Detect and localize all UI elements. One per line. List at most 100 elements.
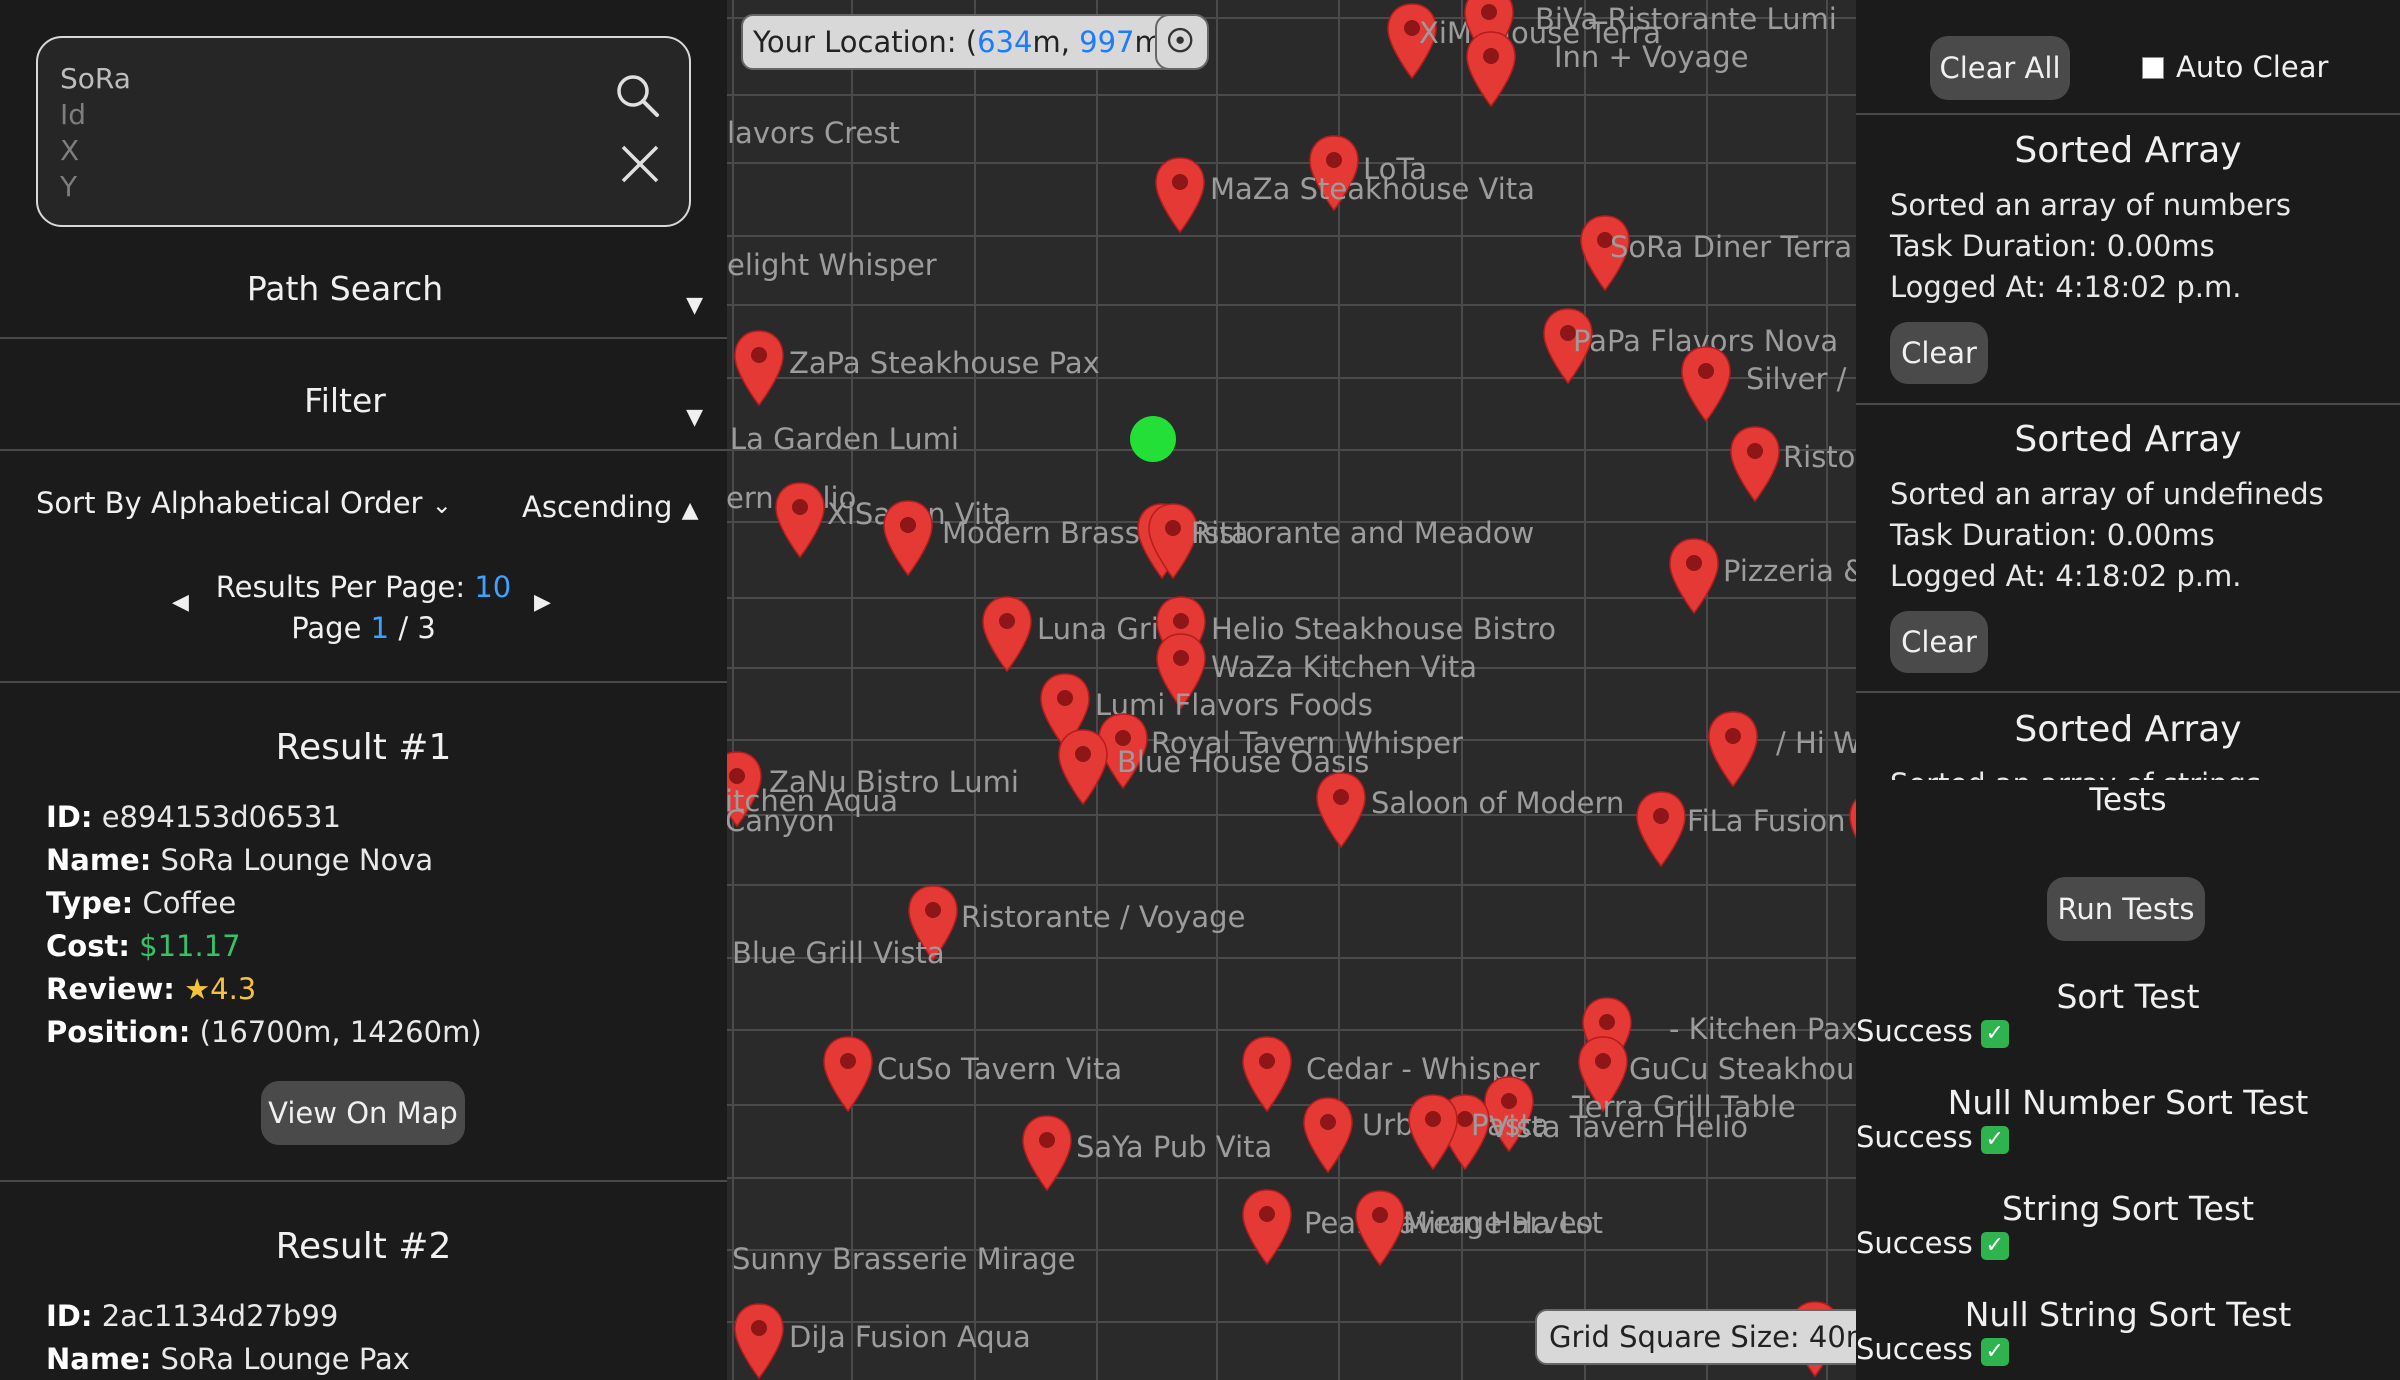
- place-label: Pizzeria &: [1723, 554, 1856, 588]
- current-location-dot: [1130, 416, 1176, 462]
- map-pin-icon[interactable]: [1680, 345, 1732, 423]
- map-pin-icon[interactable]: [733, 329, 785, 407]
- map-pin-icon[interactable]: [1635, 790, 1687, 868]
- place-label: Blue Grill Vista: [732, 936, 945, 970]
- test-name: Sort Test: [2056, 977, 2200, 1016]
- place-label: MaZa Steakhouse Vita: [1210, 172, 1535, 206]
- result-review: Review: ★4.3: [46, 972, 257, 1006]
- search-icon[interactable]: [614, 72, 660, 118]
- filter-label: Filter: [304, 381, 386, 420]
- result-title: Result #2: [275, 1226, 452, 1267]
- map-pin-icon[interactable]: [1407, 1093, 1459, 1171]
- id-field[interactable]: Id: [60, 98, 86, 131]
- map-pin-icon[interactable]: [1315, 771, 1367, 849]
- run-tests-button[interactable]: Run Tests: [2047, 877, 2205, 941]
- search-query[interactable]: SoRa: [60, 62, 131, 95]
- log-title: Sorted Array: [2014, 130, 2242, 171]
- page-sep: /: [389, 611, 418, 645]
- map-pin-icon[interactable]: [981, 595, 1033, 673]
- place-label: Vista Tavern Helio: [1489, 1110, 1748, 1144]
- page-total: 3: [417, 611, 436, 645]
- map-pin-icon[interactable]: [1729, 425, 1781, 503]
- location-y: 997: [1079, 25, 1135, 59]
- per-page-value[interactable]: 10: [474, 570, 511, 604]
- result-position: Position: (16700m, 14260m): [46, 1015, 482, 1049]
- path-search-label: Path Search: [246, 269, 444, 308]
- place-label: Ristorante and Meadow: [1191, 516, 1535, 550]
- map-pin-icon[interactable]: [1707, 710, 1759, 788]
- locate-me-button[interactable]: [1155, 14, 1209, 70]
- place-label: Mirage Ha Lo: [1403, 1206, 1594, 1240]
- map-pin-icon[interactable]: [1465, 30, 1517, 108]
- map-pin-icon[interactable]: [1302, 1096, 1354, 1174]
- map-pin-icon[interactable]: [1848, 790, 1856, 868]
- result-name: Name: SoRa Lounge Pax: [46, 1342, 410, 1376]
- filter-toggle[interactable]: Filter ▼: [0, 341, 727, 451]
- map-pin-icon[interactable]: [1668, 537, 1720, 615]
- log-desc: Sorted an array of numbers: [1890, 188, 2292, 222]
- log-timestamp: Logged At: 4:18:02 p.m.: [1890, 559, 2242, 593]
- location-x: 634: [977, 25, 1033, 59]
- place-label: Canyon: [727, 804, 835, 838]
- log-title: Sorted Array: [2014, 419, 2242, 460]
- dev-panel: Clear All Auto Clear Sorted Array Sorted…: [1856, 0, 2400, 1380]
- map-pin-icon[interactable]: [1241, 1035, 1293, 1113]
- x-field[interactable]: X: [60, 134, 79, 167]
- check-icon: ✓: [1980, 1232, 2009, 1260]
- check-icon: ✓: [1980, 1020, 2009, 1048]
- map-pin-icon[interactable]: [882, 499, 934, 577]
- place-label: Ristorante / Voyage: [961, 900, 1246, 934]
- test-result: Success ✓: [1856, 1332, 2009, 1366]
- auto-clear-toggle[interactable]: Auto Clear: [2142, 50, 2328, 84]
- clear-log-button[interactable]: Clear: [1890, 611, 1988, 673]
- log-timestamp: Logged At: 4:18:02 p.m.: [1890, 270, 2242, 304]
- checkbox-icon[interactable]: [2142, 57, 2164, 79]
- result-id: ID: e894153d06531: [46, 800, 341, 834]
- sort-direction-label: Ascending: [522, 490, 673, 524]
- log-list[interactable]: Clear All Auto Clear Sorted Array Sorted…: [1856, 0, 2400, 780]
- map-pin-icon[interactable]: [733, 1302, 785, 1380]
- place-label: CuSo Tavern Vita: [877, 1052, 1123, 1086]
- map-pin-icon[interactable]: [822, 1035, 874, 1113]
- place-label: Helio Steakhouse Bistro: [1211, 612, 1557, 646]
- map-pin-icon[interactable]: [774, 481, 826, 559]
- clear-log-button[interactable]: Clear: [1890, 322, 1988, 384]
- next-page-button[interactable]: ▶: [534, 590, 551, 615]
- your-location-readout: Your Location: (634m, 997m): [741, 14, 1187, 70]
- result-type: Type: Coffee: [46, 886, 237, 920]
- place-label: FiLa Fusion: [1687, 804, 1846, 838]
- chevron-down-icon: ▼: [686, 405, 703, 430]
- check-icon: ✓: [1980, 1338, 2009, 1366]
- result-card: Result #2 ID: 2ac1134d27b99 Name: SoRa L…: [0, 1182, 727, 1380]
- sort-by-label: Sort By Alphabetical Order: [36, 486, 423, 520]
- clear-search-icon[interactable]: [620, 144, 660, 184]
- map-pin-icon[interactable]: [1021, 1114, 1073, 1192]
- map-pin-icon[interactable]: [1354, 1189, 1406, 1267]
- place-label: WaZa Kitchen Vita: [1211, 650, 1478, 684]
- chevron-down-icon: ▼: [686, 293, 703, 318]
- grid-size-readout: Grid Square Size: 40m: [1535, 1309, 1856, 1365]
- log-title: Sorted Array: [2014, 709, 2242, 750]
- view-on-map-button[interactable]: View On Map: [261, 1081, 465, 1145]
- search-box[interactable]: SoRa Id X Y: [36, 36, 691, 227]
- page-current[interactable]: 1: [371, 611, 389, 645]
- map-pin-icon[interactable]: [1241, 1188, 1293, 1266]
- map-pin-icon[interactable]: [1057, 728, 1109, 806]
- test-name: String Sort Test: [2001, 1189, 2255, 1228]
- clear-all-button[interactable]: Clear All: [1930, 36, 2070, 100]
- search-panel: SoRa Id X Y Path Search ▼ Filter ▼ Sort …: [0, 0, 727, 1380]
- test-result: Success ✓: [1856, 1226, 2009, 1260]
- sort-by-dropdown[interactable]: Sort By Alphabetical Order ⌄: [36, 486, 452, 520]
- place-label: elight Whisper: [727, 248, 937, 282]
- map-pin-icon[interactable]: [1154, 156, 1206, 234]
- path-search-toggle[interactable]: Path Search ▼: [0, 229, 727, 339]
- log-desc: Sorted an array of strings: [1890, 767, 2261, 780]
- y-field[interactable]: Y: [60, 170, 77, 203]
- arrow-up-icon: ▲: [681, 498, 699, 523]
- place-label: GuCu Steakhouse: [1629, 1052, 1856, 1086]
- test-result: Success ✓: [1856, 1014, 2009, 1048]
- place-label: Silver / V: [1746, 362, 1856, 396]
- sort-direction-toggle[interactable]: Ascending ▲: [522, 490, 699, 524]
- crosshair-icon: [1167, 27, 1193, 53]
- map-view[interactable]: XiMi House Terra BiVa Ristorante Lumi Inn …: [727, 0, 1856, 1380]
